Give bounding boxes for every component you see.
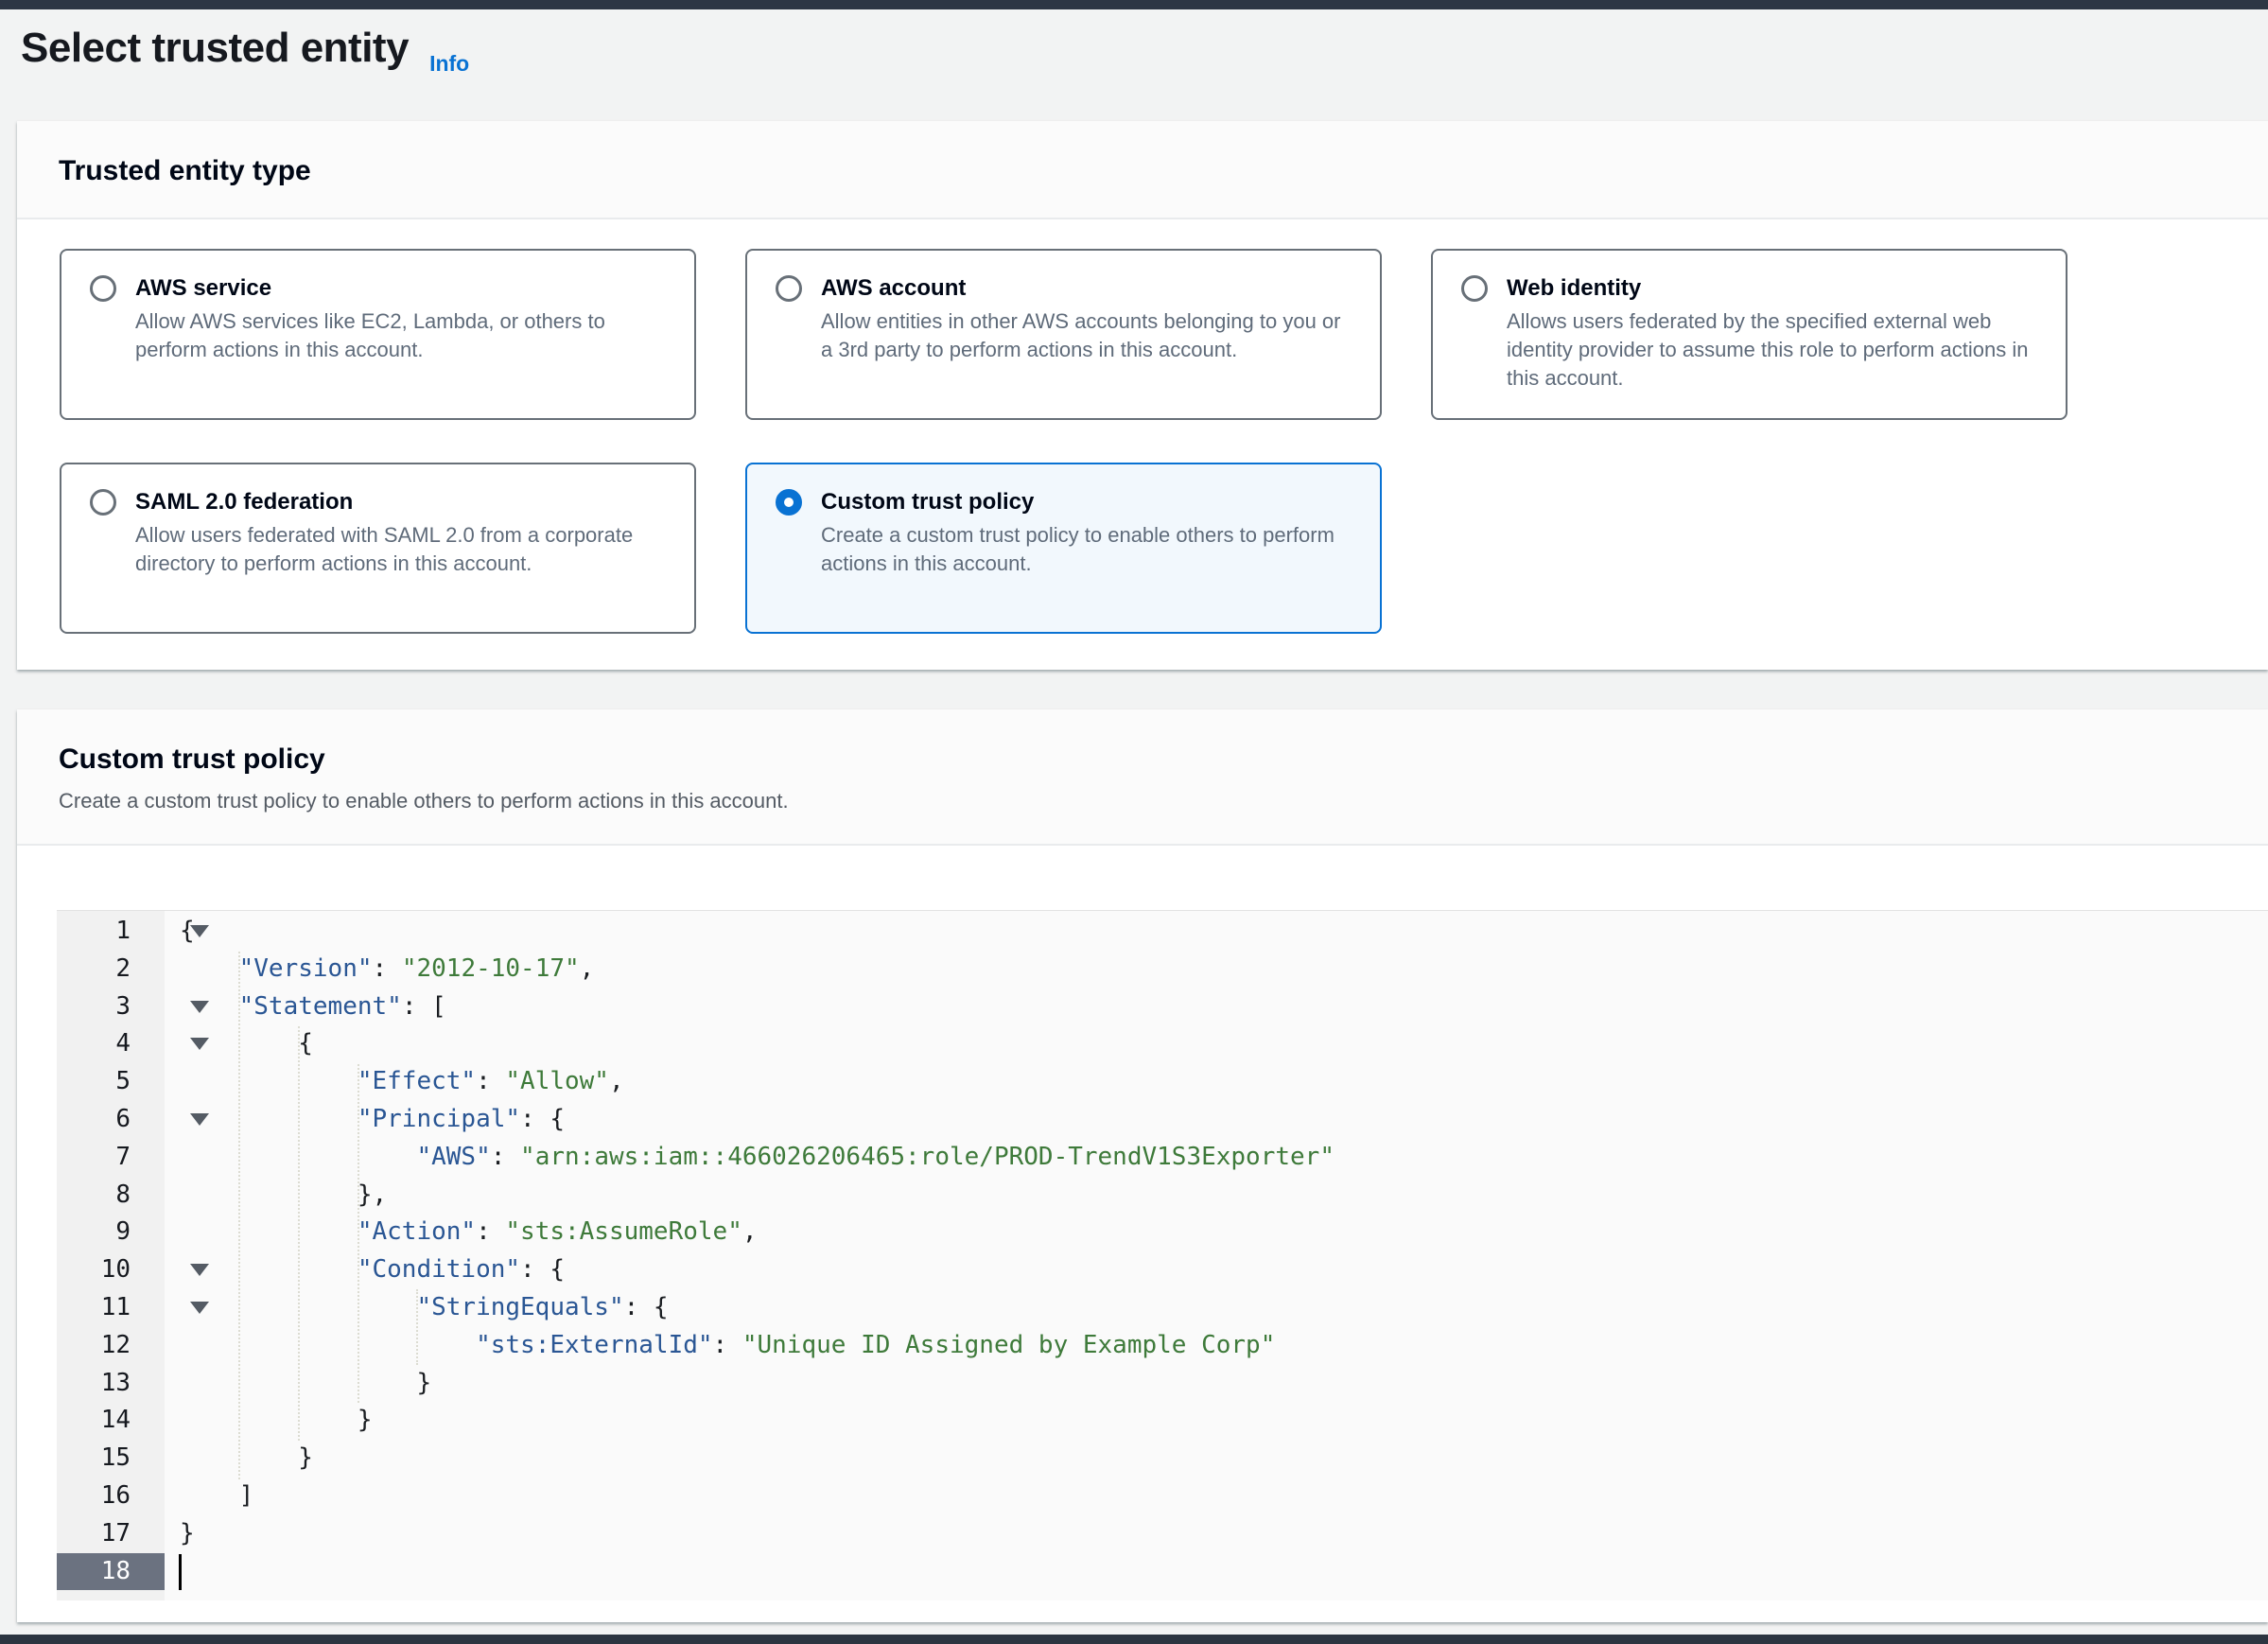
tile-description: Create a custom trust policy to enable o… <box>821 521 1355 578</box>
code-text: "Action": "sts:AssumeRole", <box>180 1214 758 1251</box>
policy-code-editor[interactable]: 1{2 "Version": "2012-10-17",3 "Statement… <box>57 910 2268 1600</box>
code-text: { <box>180 913 195 951</box>
tile-description: Allow users federated with SAML 2.0 from… <box>135 521 670 578</box>
code-line[interactable]: 9 "Action": "sts:AssumeRole", <box>57 1214 2268 1251</box>
editor-lines: 1{2 "Version": "2012-10-17",3 "Statement… <box>57 913 2268 1590</box>
code-text: "Effect": "Allow", <box>180 1063 624 1101</box>
code-text: "Condition": { <box>180 1251 565 1289</box>
trusted-entity-type-card: Trusted entity type AWS service Allow AWS… <box>17 121 2268 670</box>
tile-label: AWS account <box>821 275 966 302</box>
text-cursor <box>179 1554 182 1590</box>
line-number: 12 <box>57 1327 165 1365</box>
code-text: } <box>180 1515 195 1553</box>
radio-web-identity[interactable] <box>1461 275 1488 302</box>
line-number: 17 <box>57 1515 165 1553</box>
code-line[interactable]: 6 "Principal": { <box>57 1101 2268 1139</box>
code-text: "sts:ExternalId": "Unique ID Assigned by… <box>180 1327 1275 1365</box>
code-text: "Principal": { <box>180 1101 565 1139</box>
code-line[interactable]: 4 { <box>57 1025 2268 1063</box>
code-line[interactable]: 5 "Effect": "Allow", <box>57 1063 2268 1101</box>
code-text: } <box>180 1402 373 1440</box>
tile-label: SAML 2.0 federation <box>135 489 353 516</box>
code-line[interactable]: 14 } <box>57 1402 2268 1440</box>
code-text: { <box>180 1025 313 1063</box>
tile-description: Allows users federated by the specified … <box>1507 307 2041 393</box>
code-line[interactable]: 13 } <box>57 1365 2268 1403</box>
line-number: 6 <box>57 1101 165 1139</box>
page-title: Select trusted entity <box>21 25 409 72</box>
bottom-bar <box>0 1635 2268 1644</box>
line-number: 2 <box>57 951 165 988</box>
code-text: ] <box>180 1478 253 1515</box>
code-text: }, <box>180 1177 387 1215</box>
code-line[interactable]: 11 "StringEquals": { <box>57 1289 2268 1327</box>
tile-label: AWS service <box>135 275 271 302</box>
code-line[interactable]: 7 "AWS": "arn:aws:iam::466026206465:role… <box>57 1139 2268 1177</box>
code-text: "Version": "2012-10-17", <box>180 951 594 988</box>
code-text: "AWS": "arn:aws:iam::466026206465:role/P… <box>180 1139 1335 1177</box>
trusted-entity-type-card-header: Trusted entity type <box>17 121 2268 219</box>
code-line[interactable]: 10 "Condition": { <box>57 1251 2268 1289</box>
trusted-entity-type-title: Trusted entity type <box>59 155 2226 187</box>
custom-trust-policy-card-header: Custom trust policy Create a custom trus… <box>17 709 2268 846</box>
line-number: 16 <box>57 1478 165 1515</box>
code-line[interactable]: 8 }, <box>57 1177 2268 1215</box>
radio-aws-account[interactable] <box>776 275 802 302</box>
code-line[interactable]: 12 "sts:ExternalId": "Unique ID Assigned… <box>57 1327 2268 1365</box>
code-text: "StringEquals": { <box>180 1289 669 1327</box>
tile-description: Allow AWS services like EC2, Lambda, or … <box>135 307 670 364</box>
line-number: 9 <box>57 1214 165 1251</box>
tile-label: Custom trust policy <box>821 489 1034 516</box>
code-line[interactable]: 2 "Version": "2012-10-17", <box>57 951 2268 988</box>
trusted-entity-type-card-body: AWS service Allow AWS services like EC2, … <box>17 219 2268 670</box>
custom-trust-policy-title: Custom trust policy <box>59 743 2226 776</box>
line-number: 13 <box>57 1365 165 1403</box>
radio-saml-federation[interactable] <box>90 489 116 516</box>
line-number: 11 <box>57 1289 165 1327</box>
line-number: 10 <box>57 1251 165 1289</box>
info-link[interactable]: Info <box>429 51 469 77</box>
line-number: 3 <box>57 988 165 1026</box>
tile-label: Web identity <box>1507 275 1641 302</box>
line-number: 7 <box>57 1139 165 1177</box>
code-line[interactable]: 15 } <box>57 1440 2268 1478</box>
line-number: 18 <box>57 1553 165 1591</box>
line-number: 14 <box>57 1402 165 1440</box>
page-header: Select trusted entity Info <box>0 9 2268 121</box>
code-text: } <box>180 1440 313 1478</box>
custom-trust-policy-card: Custom trust policy Create a custom trus… <box>17 709 2268 1622</box>
line-number: 1 <box>57 913 165 951</box>
select-trusted-entity-page: Select trusted entity Info Trusted entit… <box>0 9 2268 1622</box>
code-text: } <box>180 1365 431 1403</box>
radio-aws-service[interactable] <box>90 275 116 302</box>
custom-trust-policy-description: Create a custom trust policy to enable o… <box>59 789 2226 813</box>
code-line[interactable]: 3 "Statement": [ <box>57 988 2268 1026</box>
trusted-entity-tiles: AWS service Allow AWS services like EC2, … <box>60 249 2225 634</box>
code-text: "Statement": [ <box>180 988 446 1026</box>
tile-description: Allow entities in other AWS accounts bel… <box>821 307 1355 364</box>
top-bar <box>0 0 2268 9</box>
tile-aws-service[interactable]: AWS service Allow AWS services like EC2, … <box>60 249 696 420</box>
tile-aws-account[interactable]: AWS account Allow entities in other AWS a… <box>745 249 1382 420</box>
code-line[interactable]: 17} <box>57 1515 2268 1553</box>
tile-web-identity[interactable]: Web identity Allows users federated by th… <box>1431 249 2067 420</box>
line-number: 15 <box>57 1440 165 1478</box>
line-number: 5 <box>57 1063 165 1101</box>
custom-trust-policy-card-body: 1{2 "Version": "2012-10-17",3 "Statement… <box>17 846 2268 1600</box>
radio-custom-trust-policy[interactable] <box>776 489 802 516</box>
code-line[interactable]: 18 <box>57 1553 2268 1591</box>
line-number: 8 <box>57 1177 165 1215</box>
code-line[interactable]: 16 ] <box>57 1478 2268 1515</box>
tile-saml-federation[interactable]: SAML 2.0 federation Allow users federated… <box>60 463 696 634</box>
line-number: 4 <box>57 1025 165 1063</box>
code-line[interactable]: 1{ <box>57 913 2268 951</box>
tile-custom-trust-policy[interactable]: Custom trust policy Create a custom trust… <box>745 463 1382 634</box>
